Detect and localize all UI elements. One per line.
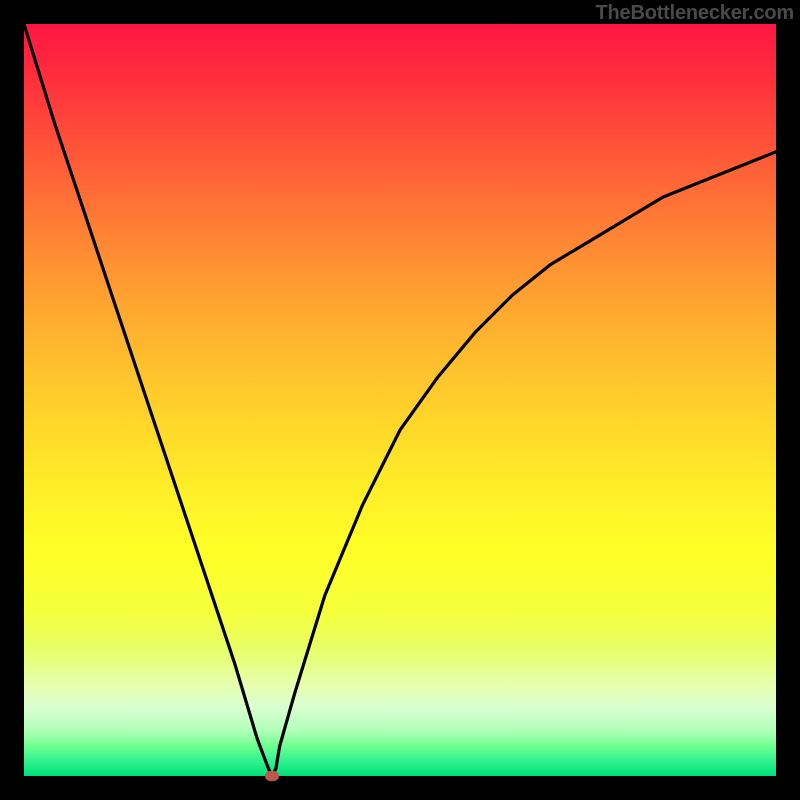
plot-area <box>24 24 776 776</box>
attribution-text: TheBottlenecker.com <box>596 2 795 25</box>
chart-stage: TheBottlenecker.com <box>0 0 800 800</box>
min-point-marker <box>265 771 279 781</box>
bottleneck-curve <box>24 24 776 776</box>
